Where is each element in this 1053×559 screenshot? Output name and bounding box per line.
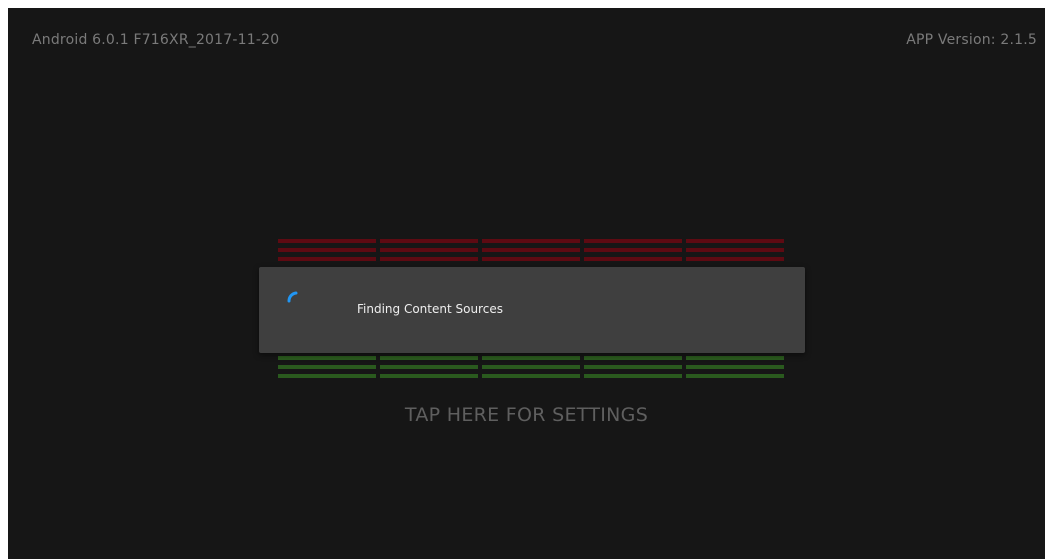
app-version-label: APP Version: 2.1.5 — [906, 32, 1037, 48]
red-meter-segment — [482, 257, 580, 261]
loading-dialog: Finding Content Sources — [259, 267, 805, 353]
red-meter-segment — [380, 239, 478, 243]
red-meter-segment — [686, 248, 784, 252]
green-meter-segment — [482, 365, 580, 369]
red-meter-row — [278, 257, 784, 261]
green-meter-segment — [584, 374, 682, 378]
red-meter-segment — [584, 239, 682, 243]
green-meter-segment — [482, 374, 580, 378]
tap-for-settings-button[interactable]: TAP HERE FOR SETTINGS — [8, 404, 1045, 426]
dialog-message: Finding Content Sources — [357, 302, 503, 316]
loading-spinner-icon — [287, 291, 298, 303]
red-meter-segment — [686, 257, 784, 261]
green-meter-row — [278, 365, 784, 369]
green-meter-segment — [380, 365, 478, 369]
green-meter-segment — [380, 374, 478, 378]
red-meter-segment — [584, 257, 682, 261]
red-meter-row — [278, 239, 784, 243]
red-meter-segment — [278, 248, 376, 252]
app-screen: Android 6.0.1 F716XR_2017-11-20 APP Vers… — [8, 8, 1045, 559]
green-meter-segment — [584, 356, 682, 360]
os-version-label: Android 6.0.1 F716XR_2017-11-20 — [32, 32, 280, 48]
red-meter-segment — [278, 239, 376, 243]
green-meter-segment — [584, 365, 682, 369]
red-meter-segment — [482, 248, 580, 252]
green-meter-segment — [380, 356, 478, 360]
red-meter-segment — [482, 239, 580, 243]
green-meter-row — [278, 374, 784, 378]
red-meter-row — [278, 248, 784, 252]
green-meter-segment — [686, 374, 784, 378]
green-meter-segment — [278, 374, 376, 378]
green-meter-segment — [278, 365, 376, 369]
green-meter-segment — [686, 365, 784, 369]
red-meter-segment — [686, 239, 784, 243]
red-meter-segment — [380, 257, 478, 261]
red-meter-segment — [380, 248, 478, 252]
green-meter-row — [278, 356, 784, 360]
green-meter-segment — [482, 356, 580, 360]
green-meter-segment — [278, 356, 376, 360]
red-meter-segment — [584, 248, 682, 252]
red-meter-segment — [278, 257, 376, 261]
green-meter-segment — [686, 356, 784, 360]
